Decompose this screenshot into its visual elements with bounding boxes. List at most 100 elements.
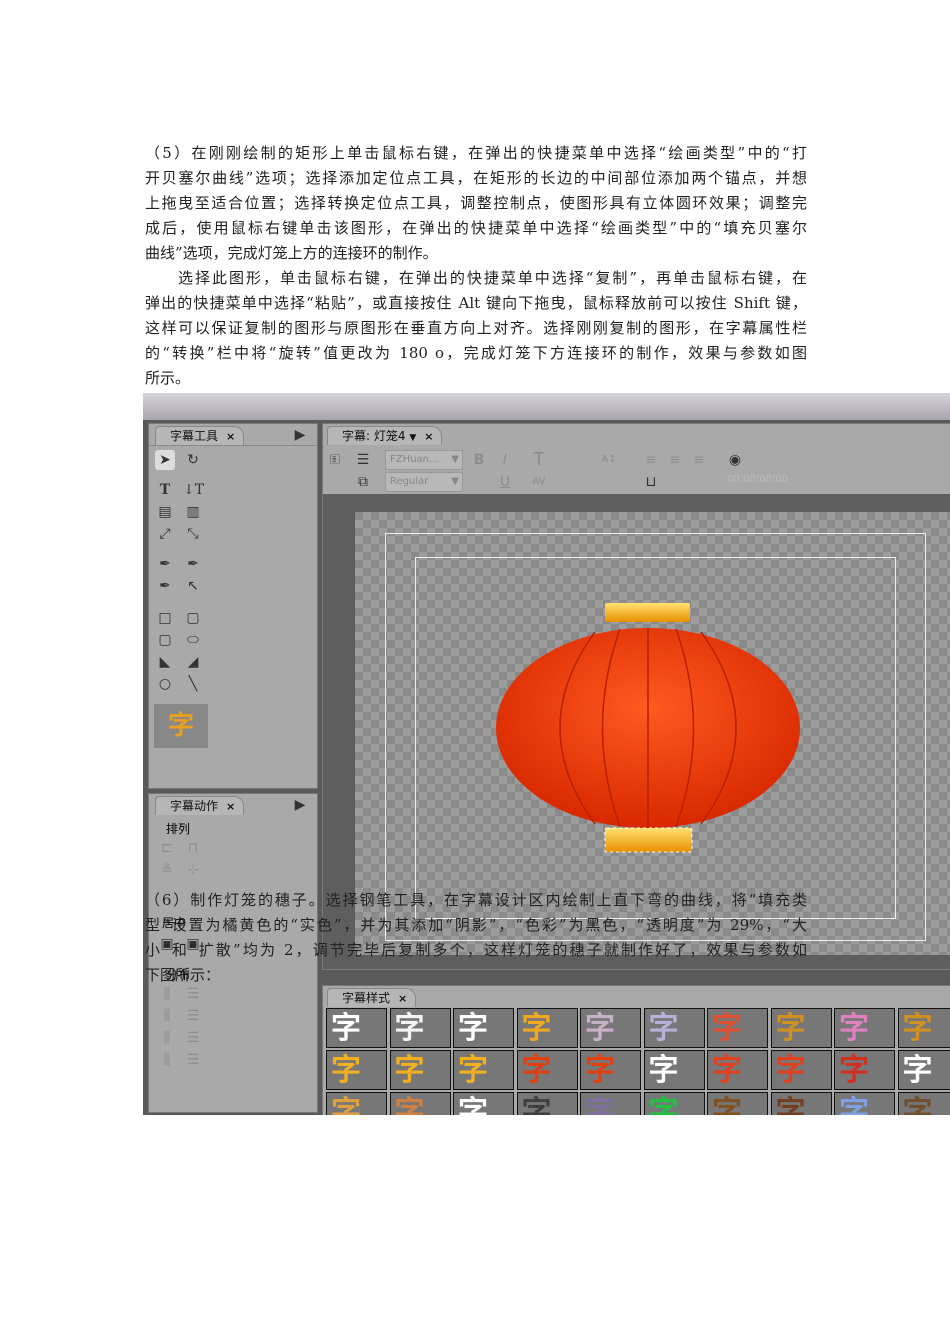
style-swatch[interactable]: 字 — [834, 1008, 895, 1048]
area-type-tool-icon[interactable]: ▤ — [155, 502, 175, 522]
style-swatch[interactable]: 字 — [834, 1050, 895, 1090]
style-swatch[interactable]: 字 — [643, 1092, 705, 1115]
vertical-path-type-tool-icon[interactable]: ⤡ — [183, 524, 203, 544]
line-tool-icon[interactable]: ╲ — [183, 674, 203, 694]
arrange-label: 排列 — [166, 822, 191, 836]
style-swatch[interactable]: 字 — [897, 1008, 950, 1048]
align-left-icon[interactable]: ⊏ — [157, 838, 177, 858]
distribute-center-v-icon[interactable]: ☰ — [183, 1006, 203, 1026]
tab-title-styles[interactable]: 字幕样式 × — [327, 988, 417, 1007]
panel-menu-icon[interactable]: ▶ — [290, 425, 310, 445]
distribute-even-v-icon[interactable]: ☰ — [183, 1050, 203, 1070]
rounded-rectangle-tool-icon[interactable]: ▢ — [155, 630, 175, 650]
style-swatch[interactable]: 字 — [389, 1008, 451, 1048]
clipped-rectangle-tool-icon[interactable]: ▢ — [183, 608, 203, 628]
style-swatch[interactable]: 字 — [643, 1050, 705, 1090]
document-page: （5）在刚刚绘制的矩形上单击鼠标右键，在弹出的快捷菜单中选择“绘画类型”中的“打… — [0, 0, 950, 1344]
style-swatch[interactable]: 字 — [453, 1050, 514, 1090]
path-type-tool-icon[interactable]: ⤢ — [155, 524, 175, 544]
style-swatch[interactable]: 字 — [770, 1092, 832, 1115]
style-swatch[interactable]: 字 — [897, 1050, 950, 1090]
add-anchor-tool-icon[interactable]: ✒ — [155, 576, 175, 596]
font-value: FZHuan... — [390, 454, 439, 465]
distribute-bottom-icon[interactable]: ☰ — [183, 1028, 203, 1048]
tab-title-tools[interactable]: 字幕工具 × — [155, 426, 245, 445]
align-center-h-icon[interactable]: ≗ — [157, 860, 177, 880]
style-swatch[interactable]: 字 — [389, 1050, 451, 1090]
new-title-icon[interactable]: 🗉 — [325, 450, 345, 470]
convert-anchor-tool-icon[interactable]: ↖ — [183, 576, 203, 596]
close-icon[interactable]: × — [226, 800, 235, 813]
wedge-tool-icon[interactable]: ◣ — [155, 652, 175, 672]
distribute-even-h-icon[interactable]: ⫼ — [157, 1050, 177, 1070]
style-swatch[interactable]: 字 — [834, 1092, 895, 1115]
tab-title-lantern[interactable]: 字幕: 灯笼4 ▼ × — [327, 426, 443, 445]
style-swatch[interactable]: 字 — [326, 1092, 387, 1115]
align-center-v-icon[interactable]: ⊹ — [183, 860, 203, 880]
style-swatch[interactable]: 字 — [516, 1092, 578, 1115]
font-size-icon[interactable]: T — [529, 450, 549, 470]
style-swatch[interactable]: 字 — [707, 1050, 768, 1090]
vertical-area-type-tool-icon[interactable]: ▥ — [183, 502, 203, 522]
align-left-text-icon[interactable]: ≡ — [641, 450, 661, 470]
style-swatch[interactable]: 字 — [770, 1050, 832, 1090]
kerning-icon[interactable]: AV — [529, 472, 549, 492]
bold-button[interactable]: B — [469, 450, 489, 470]
text-line: （5）在刚刚绘制的矩形上单击鼠标右键，在弹出的快捷菜单中选择“绘画类型”中的“打 — [145, 144, 807, 162]
title-tools-panel: 字幕工具 × ▶ ➤ ↻ T ↓T ▤ ▥ ⤢ ⤡ ✒ ✒ ✒ ↖ □ ▢ ▢ ⬭… — [148, 423, 318, 789]
style-swatch[interactable]: 字 — [897, 1092, 950, 1115]
text-line: 开贝塞尔曲线”选项；选择添加定位点工具，在矩形的长边的中间部位添加两个锚点，并想 — [145, 169, 807, 187]
style-swatch[interactable]: 字 — [326, 1008, 387, 1048]
distribute-left-icon[interactable]: ⫼ — [157, 984, 177, 1004]
templates-icon[interactable]: ⧉ — [353, 472, 373, 492]
rectangle-tool-icon[interactable]: □ — [155, 608, 175, 628]
style-swatch[interactable]: 字 — [643, 1008, 705, 1048]
distribute-center-h-icon[interactable]: ⫼ — [157, 1006, 177, 1026]
type-tool-icon[interactable]: T — [155, 480, 175, 500]
style-value: Regular — [390, 476, 429, 487]
font-family-select[interactable]: FZHuan... ▼ — [385, 450, 463, 470]
close-icon[interactable]: × — [226, 430, 235, 443]
tab-label: 字幕: 灯笼4 — [342, 429, 406, 443]
align-right-text-icon[interactable]: ≡ — [689, 450, 709, 470]
style-swatch[interactable]: 字 — [580, 1008, 641, 1048]
arc-tool-icon[interactable]: ◢ — [183, 652, 203, 672]
selection-tool-icon[interactable]: ➤ — [155, 450, 175, 470]
style-swatch[interactable]: 字 — [389, 1092, 451, 1115]
close-icon[interactable]: × — [424, 430, 433, 443]
style-swatch[interactable]: 字 — [707, 1008, 768, 1048]
style-swatch[interactable]: 字 — [326, 1050, 387, 1090]
style-swatch[interactable]: 字 — [770, 1008, 832, 1048]
align-top-icon[interactable]: ⊓ — [183, 838, 203, 858]
rounded-corner-tool-icon[interactable]: ⬭ — [183, 630, 203, 650]
lantern-graphic[interactable] — [355, 512, 950, 955]
delete-anchor-tool-icon[interactable]: ✒ — [183, 554, 203, 574]
show-background-video-icon[interactable]: ◉ — [725, 450, 745, 470]
tab-title-actions[interactable]: 字幕动作 × — [155, 796, 245, 815]
style-swatch[interactable]: 字 — [580, 1050, 641, 1090]
style-swatch[interactable]: 字 — [453, 1008, 514, 1048]
style-swatch[interactable]: 字 — [580, 1092, 641, 1115]
vertical-type-tool-icon[interactable]: ↓T — [183, 480, 204, 500]
style-swatch[interactable]: 字 — [516, 1050, 578, 1090]
timecode[interactable]: 00;00;00;00 — [727, 474, 788, 485]
italic-button[interactable]: I — [495, 450, 515, 470]
pen-tool-icon[interactable]: ✒ — [155, 554, 175, 574]
roll-crawl-options-icon[interactable]: ☰ — [353, 450, 373, 470]
style-swatch[interactable]: 字 — [516, 1008, 578, 1048]
underline-button[interactable]: U — [495, 472, 515, 492]
font-style-select[interactable]: Regular ▼ — [385, 472, 463, 492]
close-icon[interactable]: × — [398, 992, 407, 1005]
rotation-tool-icon[interactable]: ↻ — [183, 450, 203, 470]
distribute-right-icon[interactable]: ⫼ — [157, 1028, 177, 1048]
ellipse-tool-icon[interactable]: ○ — [155, 674, 175, 694]
align-center-text-icon[interactable]: ≡ — [665, 450, 685, 470]
distribute-top-icon[interactable]: ☰ — [183, 984, 203, 1004]
panel-menu-icon[interactable]: ▶ — [290, 795, 310, 815]
style-swatch[interactable]: 字 — [707, 1092, 768, 1115]
title-canvas[interactable] — [355, 512, 950, 955]
text-line: 选择此图形，单击鼠标右键，在弹出的快捷菜单中选择“复制”，再单击鼠标右键，在 — [178, 269, 807, 287]
tab-stops-icon[interactable]: ⊔ — [641, 472, 661, 492]
leading-icon[interactable]: A↕ — [599, 450, 619, 470]
style-swatch[interactable]: 字 — [453, 1092, 514, 1115]
